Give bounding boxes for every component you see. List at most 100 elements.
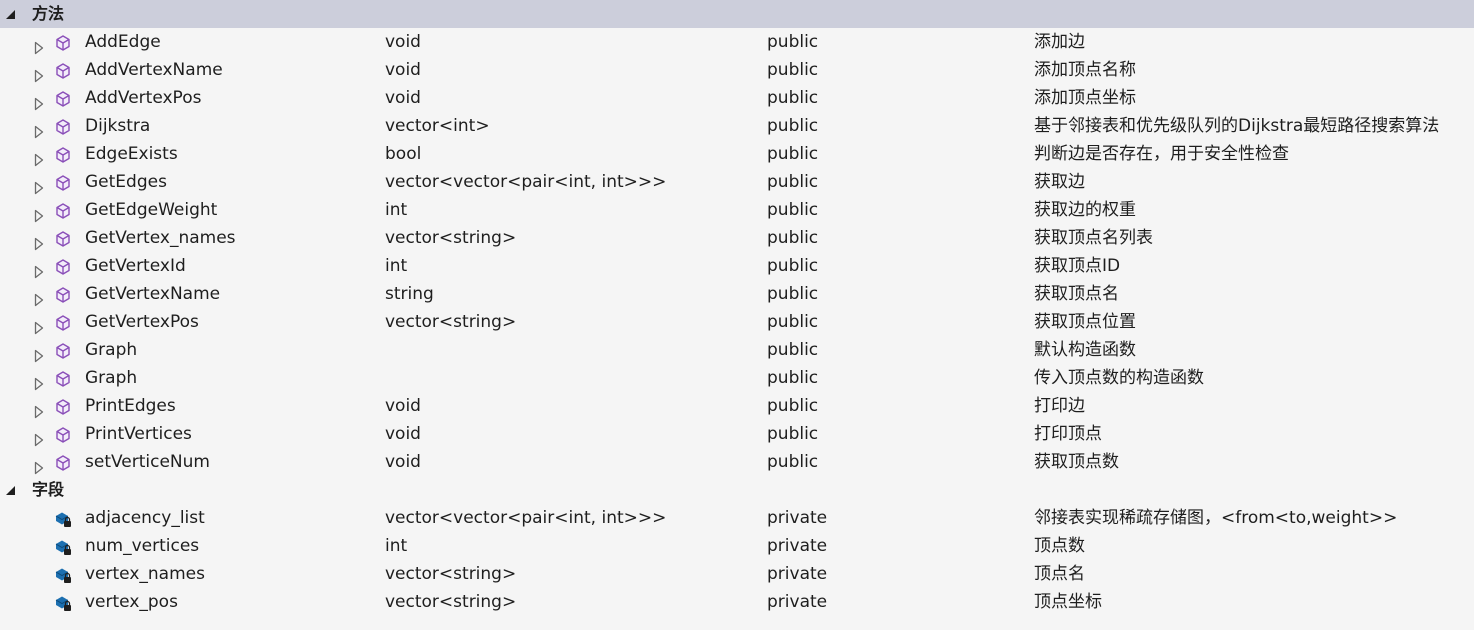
method-icon	[54, 313, 72, 331]
member-type: int	[385, 200, 408, 220]
member-description: 顶点名	[1034, 564, 1085, 584]
expand-arrow-icon[interactable]	[33, 36, 45, 55]
member-description: 基于邻接表和优先级队列的Dijkstra最短路径搜索算法	[1034, 116, 1440, 136]
method-icon	[54, 425, 72, 443]
member-description: 邻接表实现稀疏存储图，<from<to,weight>>	[1034, 508, 1398, 528]
method-icon	[54, 257, 72, 275]
member-name: GetVertex_names	[85, 228, 236, 248]
method-row[interactable]: GetVertexId int public 获取顶点ID	[0, 252, 1474, 280]
field-row[interactable]: adjacency_list vector<vector<pair<int, in…	[0, 504, 1474, 532]
member-name: vertex_pos	[85, 592, 178, 612]
field-row[interactable]: num_vertices int private 顶点数	[0, 532, 1474, 560]
expand-arrow-icon[interactable]	[33, 372, 45, 391]
expand-arrow-icon[interactable]	[33, 400, 45, 419]
member-name: GetEdgeWeight	[85, 200, 218, 220]
expand-arrow-icon[interactable]	[33, 316, 45, 335]
member-access: public	[767, 452, 819, 472]
method-icon	[54, 61, 72, 79]
method-row[interactable]: Dijkstra vector<int> public 基于邻接表和优先级队列的Dij…	[0, 112, 1474, 140]
expand-arrow-icon[interactable]	[33, 288, 45, 307]
member-name: adjacency_list	[85, 508, 205, 528]
method-row[interactable]: GetVertexName string public 获取顶点名	[0, 280, 1474, 308]
method-row[interactable]: PrintEdges void public 打印边	[0, 392, 1474, 420]
method-row[interactable]: Graph public 默认构造函数	[0, 336, 1474, 364]
member-description: 顶点数	[1034, 536, 1085, 556]
expand-arrow-icon[interactable]	[33, 148, 45, 167]
private-field-icon	[54, 537, 72, 555]
expand-arrow-icon[interactable]	[33, 456, 45, 475]
method-row[interactable]: GetEdges vector<vector<pair<int, int>>> pu…	[0, 168, 1474, 196]
member-name: Dijkstra	[85, 116, 151, 136]
member-access: private	[767, 536, 828, 556]
member-description: 获取顶点数	[1034, 452, 1119, 472]
method-row[interactable]: GetVertex_names vector<string> public 获取顶点名…	[0, 224, 1474, 252]
expand-arrow-icon[interactable]	[33, 176, 45, 195]
section-toggle-icon[interactable]	[4, 476, 18, 504]
member-access: public	[767, 200, 819, 220]
method-icon	[54, 89, 72, 107]
expand-arrow-icon[interactable]	[33, 260, 45, 279]
member-description: 获取边的权重	[1034, 200, 1136, 220]
section-title: 字段	[32, 480, 65, 499]
member-description: 添加顶点坐标	[1034, 88, 1136, 108]
member-description: 获取顶点名列表	[1034, 228, 1153, 248]
member-description: 获取边	[1034, 172, 1085, 192]
field-row[interactable]: vertex_pos vector<string> private 顶点坐标	[0, 588, 1474, 616]
expand-arrow-icon[interactable]	[33, 92, 45, 111]
member-description: 添加顶点名称	[1034, 60, 1136, 80]
member-name: AddVertexPos	[85, 88, 202, 108]
expand-arrow-icon[interactable]	[33, 64, 45, 83]
member-name: GetEdges	[85, 172, 167, 192]
method-row[interactable]: AddVertexPos void public 添加顶点坐标	[0, 84, 1474, 112]
private-field-icon	[54, 593, 72, 611]
expand-arrow-icon[interactable]	[33, 120, 45, 139]
method-icon	[54, 285, 72, 303]
member-access: public	[767, 172, 819, 192]
member-type: vector<string>	[385, 592, 517, 612]
method-row[interactable]: GetVertexPos vector<string> public 获取顶点位置	[0, 308, 1474, 336]
field-row[interactable]: vertex_names vector<string> private 顶点名	[0, 560, 1474, 588]
member-name: GetVertexName	[85, 284, 221, 304]
section-toggle-icon[interactable]	[4, 0, 18, 28]
member-access: public	[767, 284, 819, 304]
method-icon	[54, 369, 72, 387]
member-type: vector<string>	[385, 564, 517, 584]
expand-arrow-icon[interactable]	[33, 344, 45, 363]
method-row[interactable]: EdgeExists bool public 判断边是否存在，用于安全性检查	[0, 140, 1474, 168]
member-description: 添加边	[1034, 32, 1085, 52]
member-access: private	[767, 592, 828, 612]
expand-arrow-icon[interactable]	[33, 232, 45, 251]
expand-arrow-icon[interactable]	[33, 428, 45, 447]
section-header-methods[interactable]: 方法	[0, 0, 1474, 28]
private-field-icon	[54, 509, 72, 527]
member-description: 获取顶点ID	[1034, 256, 1121, 276]
member-type: void	[385, 88, 421, 108]
expand-arrow-icon[interactable]	[33, 204, 45, 223]
method-icon	[54, 453, 72, 471]
method-row[interactable]: PrintVertices void public 打印顶点	[0, 420, 1474, 448]
member-access: public	[767, 228, 819, 248]
member-name: AddEdge	[85, 32, 161, 52]
member-access: public	[767, 116, 819, 136]
member-type: vector<vector<pair<int, int>>>	[385, 172, 667, 192]
method-row[interactable]: Graph public 传入顶点数的构造函数	[0, 364, 1474, 392]
private-field-icon	[54, 565, 72, 583]
member-description: 打印边	[1034, 396, 1085, 416]
member-type: void	[385, 452, 421, 472]
method-icon	[54, 173, 72, 191]
method-row[interactable]: AddVertexName void public 添加顶点名称	[0, 56, 1474, 84]
method-row[interactable]: GetEdgeWeight int public 获取边的权重	[0, 196, 1474, 224]
method-row[interactable]: AddEdge void public 添加边	[0, 28, 1474, 56]
method-icon	[54, 201, 72, 219]
member-description: 默认构造函数	[1034, 340, 1136, 360]
member-description: 传入顶点数的构造函数	[1034, 368, 1204, 388]
member-access: public	[767, 340, 819, 360]
member-access: public	[767, 60, 819, 80]
method-row[interactable]: setVerticeNum void public 获取顶点数	[0, 448, 1474, 476]
member-name: EdgeExists	[85, 144, 178, 164]
member-type: void	[385, 396, 421, 416]
method-icon	[54, 397, 72, 415]
member-access: public	[767, 144, 819, 164]
member-description: 打印顶点	[1034, 424, 1102, 444]
section-header-fields[interactable]: 字段	[0, 476, 1474, 504]
